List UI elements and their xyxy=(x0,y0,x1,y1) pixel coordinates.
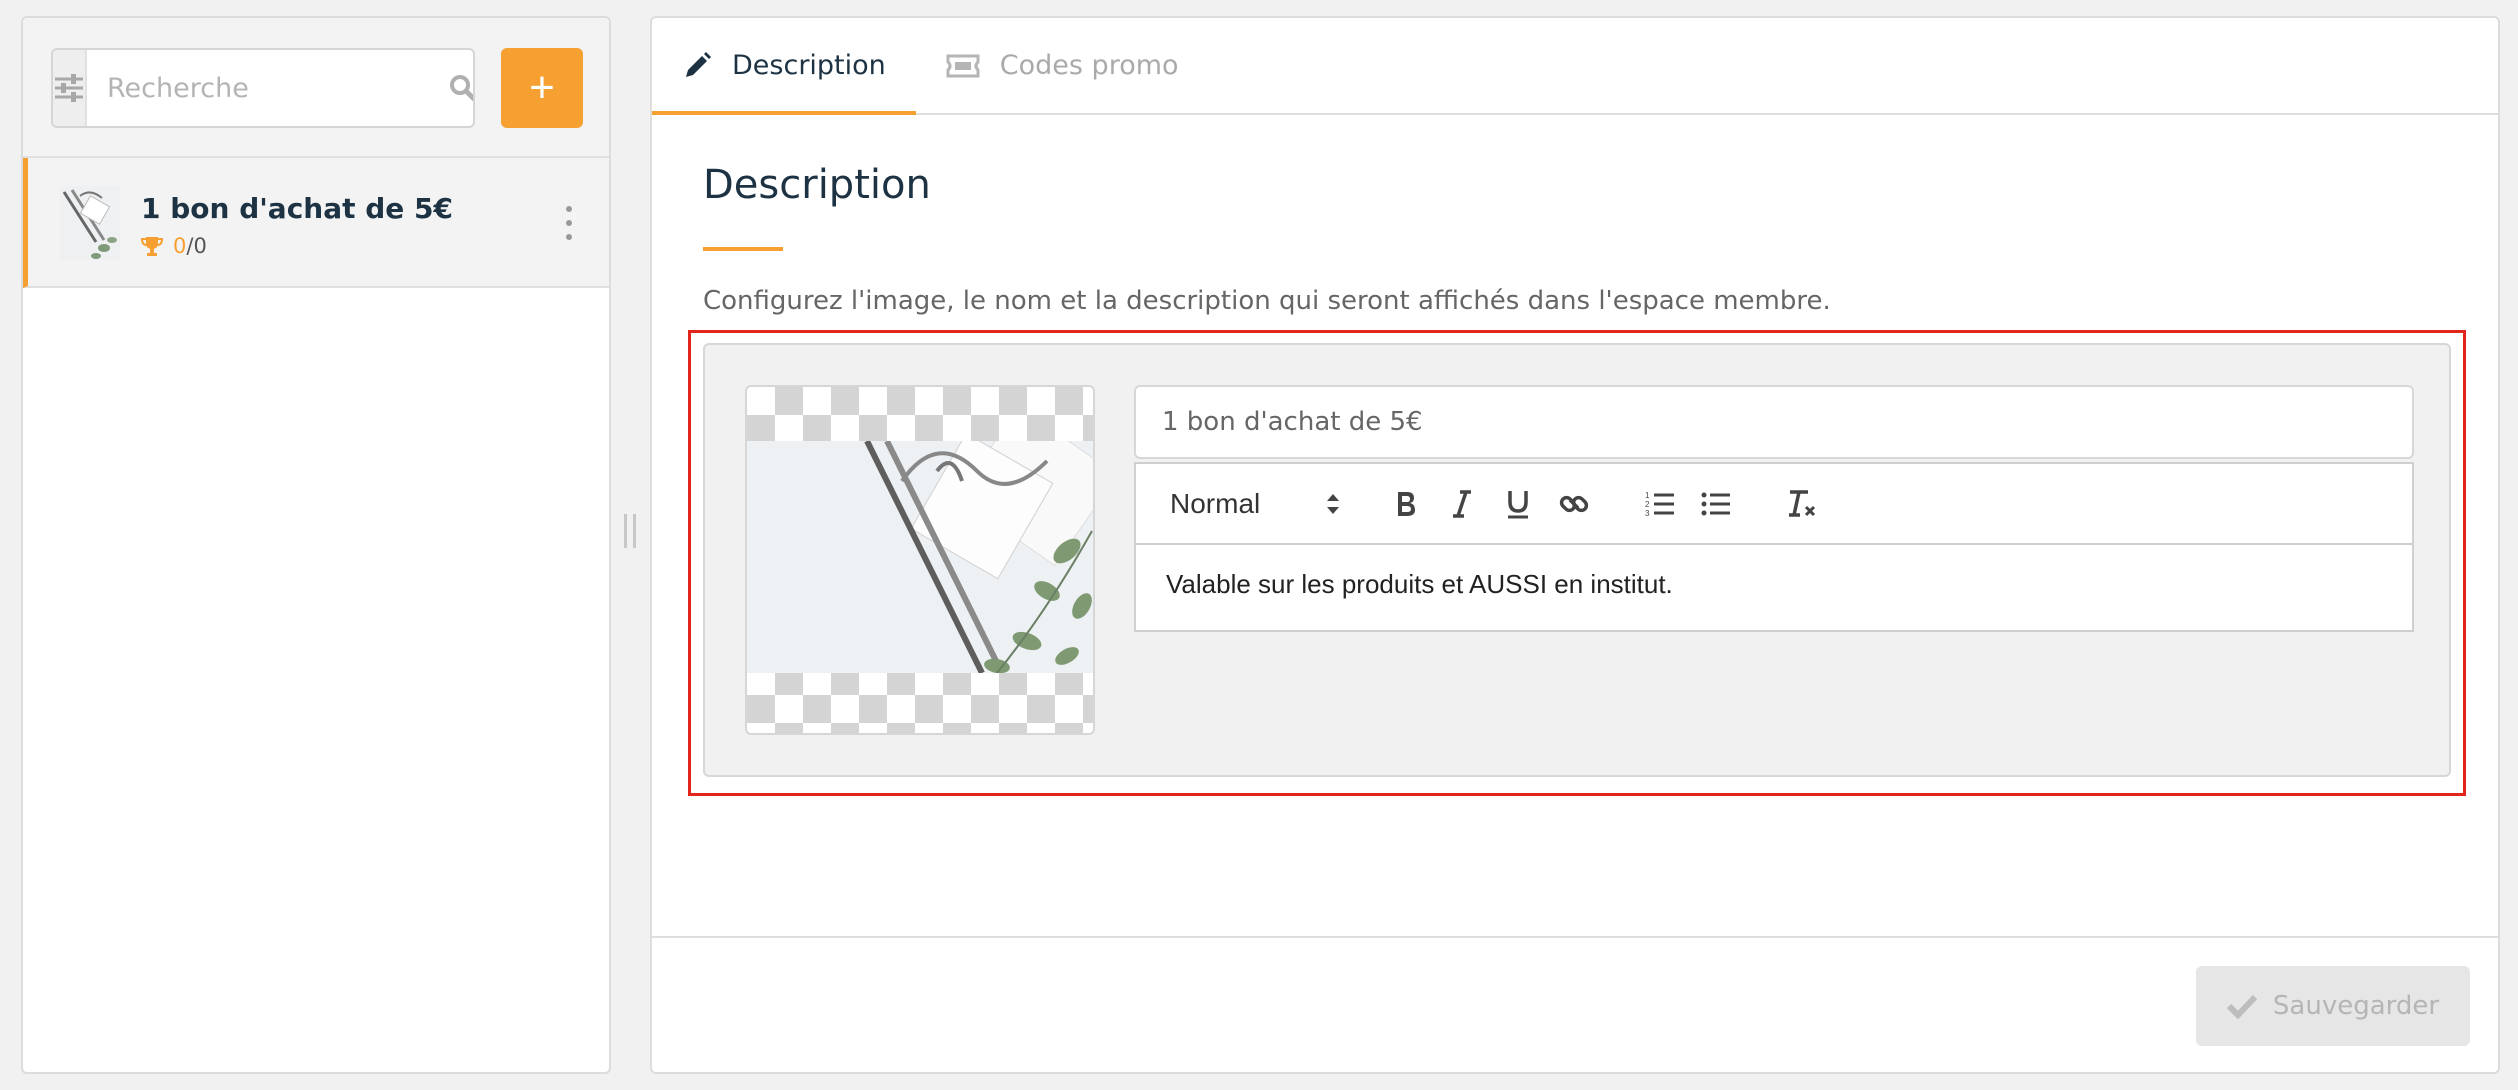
panel-resize-handle[interactable] xyxy=(624,514,636,548)
trophy-icon xyxy=(141,237,163,256)
footer-divider xyxy=(652,936,2498,938)
title-underline xyxy=(703,247,783,251)
ticket-icon xyxy=(946,54,980,77)
search-input[interactable] xyxy=(87,50,449,126)
highlight-frame xyxy=(688,330,2466,796)
check-icon xyxy=(2226,994,2257,1019)
sliders-icon xyxy=(55,74,83,102)
pencil-icon xyxy=(686,51,711,77)
offer-thumbnail xyxy=(60,186,120,260)
sidebar-search-bar: + xyxy=(23,18,609,158)
filter-button[interactable] xyxy=(53,50,87,126)
tab-codes-promo[interactable]: Codes promo xyxy=(916,18,1209,113)
tab-label: Description xyxy=(732,50,886,81)
tab-label: Codes promo xyxy=(999,50,1179,81)
tab-description[interactable]: Description xyxy=(652,18,916,115)
count-done: 0 xyxy=(173,234,187,258)
search-box xyxy=(51,48,475,128)
add-offer-button[interactable]: + xyxy=(501,48,583,128)
save-button-label: Sauvegarder xyxy=(2272,991,2440,1021)
search-icon[interactable] xyxy=(449,74,473,102)
offer-stats: 0 /0 xyxy=(141,234,207,258)
count-total: /0 xyxy=(186,234,207,258)
list-item[interactable]: 1 bon d'achat de 5€ 0 /0 xyxy=(23,158,609,288)
section-title: Description xyxy=(703,162,931,208)
offer-editor-panel: Description Codes promo Description Conf… xyxy=(650,16,2500,1074)
offer-title: 1 bon d'achat de 5€ xyxy=(141,192,454,225)
offers-sidebar: + 1 bon d'achat de 5€ 0 /0 xyxy=(21,16,611,1074)
tab-bar: Description Codes promo xyxy=(652,18,2498,115)
more-options-icon[interactable] xyxy=(565,206,573,240)
section-description: Configurez l'image, le nom et la descrip… xyxy=(703,286,1831,316)
save-button[interactable]: Sauvegarder xyxy=(2196,966,2470,1046)
